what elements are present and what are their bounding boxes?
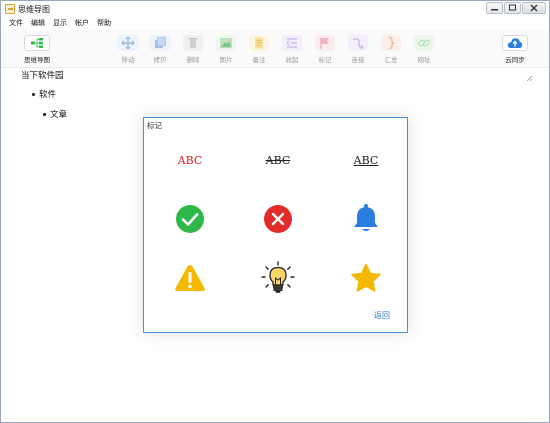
flag-icon [320,37,329,49]
cloud-upload-icon [507,38,523,48]
toolbar: 思维导图 移动 拷贝 删除 图片 备注 收起 标记 连接 汇总 网址 云同步 [1,30,549,68]
minimize-icon [491,9,498,11]
mindmap-icon [31,38,43,48]
window-title: 思维导图 [18,5,50,14]
toolbar-url-button[interactable]: 网址 [409,35,439,64]
bell-icon [354,204,378,231]
maximize-icon [509,4,516,11]
outline-root-node[interactable]: 当下软件园 [21,69,64,81]
mark-abc-strikethrough[interactable]: ABC [253,143,303,177]
mark-cross[interactable] [253,202,303,236]
maximize-button[interactable] [504,2,521,14]
resize-grip-icon [527,76,533,82]
toolbar-delete-button[interactable]: 删除 [178,35,208,64]
close-icon [530,4,538,12]
cloud-sync-label: 云同步 [505,56,525,64]
mark-warning[interactable] [165,261,215,295]
trash-icon [189,38,197,48]
menu-help[interactable]: 帮助 [97,17,111,30]
brace-icon [388,36,396,50]
mark-abc-underline[interactable]: ABC [341,143,391,177]
bullet-icon [32,93,35,96]
toolbar-image-button[interactable]: 图片 [211,35,241,64]
note-icon [255,37,263,49]
toolbar-note-button[interactable]: 备注 [244,35,274,64]
app-window: 思维导图 文件 编辑 显示 帐户 帮助 思维导图 移动 拷贝 删除 图片 备注 … [0,0,550,423]
check-circle-icon [176,205,204,233]
outline-item[interactable]: 软件 [32,88,56,100]
toolbar-copy-button[interactable]: 拷贝 [145,35,175,64]
menu-file[interactable]: 文件 [9,17,23,30]
minimize-button[interactable] [486,2,503,14]
mark-dialog: 标记 ABC ABC ABC 返回 [143,117,408,333]
link-icon [418,39,430,47]
mark-lightbulb[interactable] [253,261,303,295]
mark-star[interactable] [341,261,391,295]
menu-edit[interactable]: 编辑 [31,17,45,30]
toolbar-summary-button[interactable]: 汇总 [376,35,406,64]
toolbar-connect-button[interactable]: 连接 [343,35,373,64]
warning-icon [175,265,205,291]
back-link[interactable]: 返回 [374,310,390,321]
window-controls [486,2,546,14]
star-icon [351,263,381,292]
close-button[interactable] [522,2,546,14]
collapse-icon [286,38,297,48]
outline-item[interactable]: 文章 [43,108,67,120]
toolbar-flag-button[interactable]: 标记 [310,35,340,64]
mark-check[interactable] [165,202,215,236]
cloud-sync-button[interactable]: 云同步 [500,35,530,64]
mindmap-label: 思维导图 [24,56,50,64]
toolbar-collapse-button[interactable]: 收起 [277,35,307,64]
move-icon [121,36,135,50]
title-bar: 思维导图 [1,1,549,17]
connect-icon [353,38,364,50]
dialog-title: 标记 [147,121,162,130]
copy-icon [155,37,166,48]
toolbar-move-button[interactable]: 移动 [113,35,143,64]
menu-bar: 文件 编辑 显示 帐户 帮助 [1,17,549,30]
mindmap-button[interactable]: 思维导图 [22,35,52,64]
app-icon [5,4,15,14]
bullet-icon [43,113,46,116]
image-icon [220,38,232,48]
menu-account[interactable]: 帐户 [75,17,89,30]
menu-view[interactable]: 显示 [53,17,67,30]
mark-abc-red[interactable]: ABC [165,143,215,177]
lightbulb-icon [261,261,295,293]
x-circle-icon [264,205,292,233]
mark-bell[interactable] [341,202,391,236]
